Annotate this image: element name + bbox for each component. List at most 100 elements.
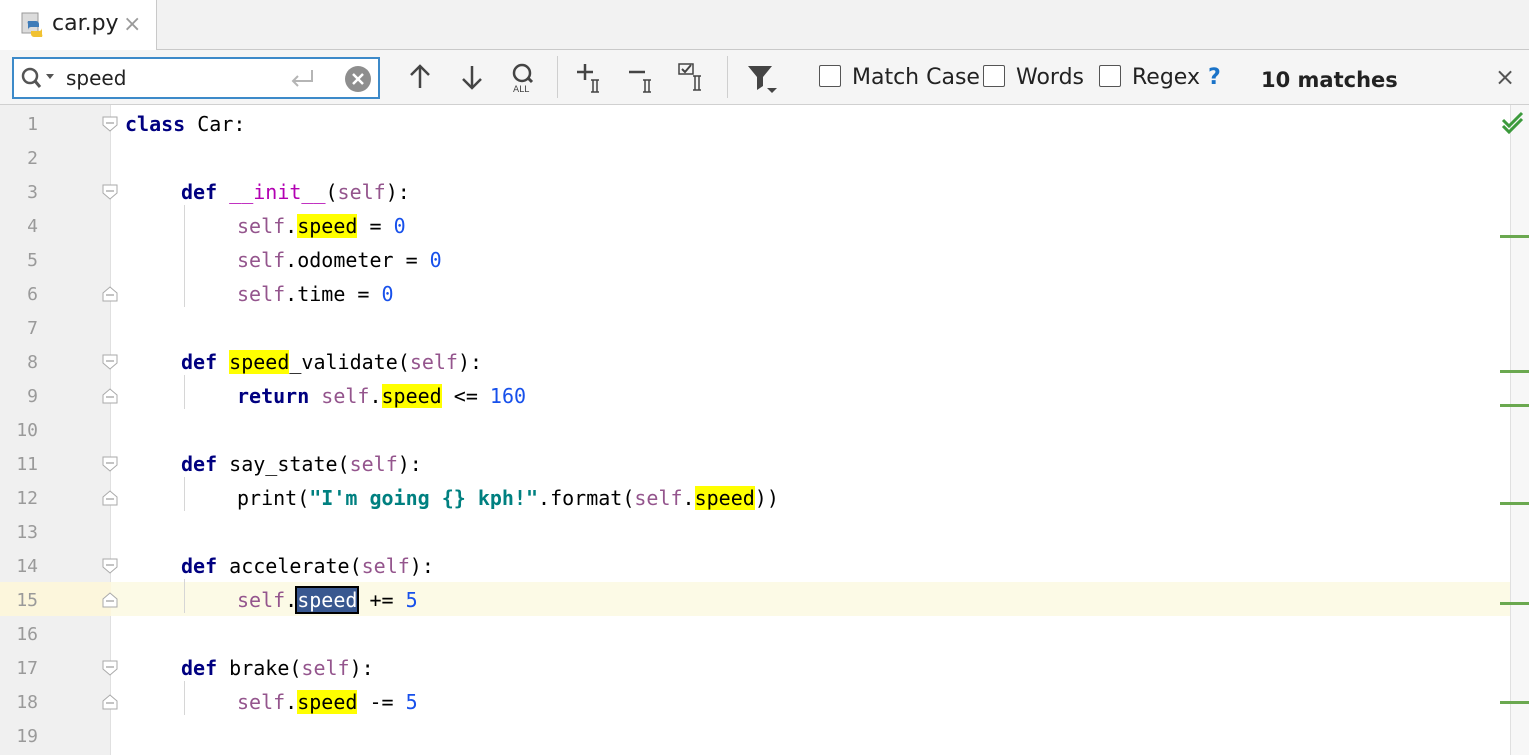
keyword: class <box>125 112 186 136</box>
fold-toggle-icon[interactable] <box>101 115 119 133</box>
filter-icon[interactable] <box>745 60 779 94</box>
match-case-label[interactable]: Match Case <box>852 65 980 90</box>
keyword: def <box>181 350 218 374</box>
search-history-icon[interactable] <box>20 65 60 91</box>
self-param: self <box>301 656 350 680</box>
fold-end-icon[interactable] <box>101 285 119 303</box>
match-marker[interactable] <box>1500 701 1529 704</box>
code-line: self.speed -= 5 <box>237 690 418 714</box>
new-line-icon[interactable] <box>286 65 318 91</box>
indent-guide <box>184 375 185 409</box>
line-number: 7 <box>27 318 38 339</box>
toolbar-separator <box>727 56 728 98</box>
words-checkbox[interactable] <box>983 65 1005 87</box>
code-text: = <box>357 214 394 238</box>
fold-end-icon[interactable] <box>101 693 119 711</box>
remove-occurrence-icon[interactable] <box>627 60 661 94</box>
clear-search-icon[interactable] <box>344 65 372 93</box>
keyword: def <box>181 452 218 476</box>
number-literal: 5 <box>405 588 418 612</box>
find-toolbar: ALL Match Case Words Regex ? 10 matches … <box>0 50 1529 105</box>
fold-end-icon[interactable] <box>101 387 119 405</box>
fold-toggle-icon[interactable] <box>101 455 119 473</box>
code-line: print("I'm going {} kph!".format(self.sp… <box>237 486 779 510</box>
self-param: self <box>337 180 386 204</box>
self-param: self <box>237 282 286 306</box>
next-occurrence-icon[interactable] <box>455 60 489 94</box>
self-param: self <box>237 588 286 612</box>
line-number: 18 <box>16 692 38 713</box>
keyword: return <box>237 384 310 408</box>
match-marker[interactable] <box>1500 235 1529 238</box>
self-param: self <box>361 554 410 578</box>
current-line-highlight <box>0 582 1510 616</box>
fold-end-icon[interactable] <box>101 591 119 609</box>
line-number: 3 <box>27 182 38 203</box>
search-match: speed <box>694 486 755 510</box>
regex-checkbox[interactable] <box>1099 65 1121 87</box>
code-text: -= <box>357 690 406 714</box>
fold-end-icon[interactable] <box>101 489 119 507</box>
code-text: . <box>682 486 695 510</box>
search-match: speed <box>297 690 358 714</box>
line-number: 15 <box>16 590 38 611</box>
regex-help-icon[interactable]: ? <box>1208 65 1221 90</box>
match-marker[interactable] <box>1500 370 1529 373</box>
fold-toggle-icon[interactable] <box>101 557 119 575</box>
line-number: 10 <box>16 420 38 441</box>
code-line: self.speed += 5 <box>237 586 418 614</box>
line-number: 9 <box>27 386 38 407</box>
python-file-icon <box>21 12 43 37</box>
indent-guide <box>184 477 185 511</box>
match-count: 10 matches <box>1261 68 1398 92</box>
string-literal: "I'm going {} kph!" <box>309 486 539 510</box>
code-line: self.time = 0 <box>237 282 394 306</box>
fold-toggle-icon[interactable] <box>101 353 119 371</box>
code-line: def __init__(self): <box>181 180 410 204</box>
words-label[interactable]: Words <box>1016 65 1084 90</box>
match-case-checkbox[interactable] <box>819 65 841 87</box>
indent-guide <box>184 681 185 715</box>
regex-label[interactable]: Regex <box>1132 65 1200 90</box>
indent-guide <box>184 205 185 307</box>
line-number: 4 <box>27 216 38 237</box>
code-line: def accelerate(self): <box>181 554 434 578</box>
code-text: ): <box>457 350 483 374</box>
error-stripe[interactable] <box>1510 105 1529 755</box>
match-marker[interactable] <box>1500 404 1529 407</box>
code-text: += <box>357 588 406 612</box>
code-line: def brake(self): <box>181 656 374 680</box>
select-occurrences-icon[interactable] <box>677 60 711 94</box>
match-marker[interactable] <box>1500 502 1529 505</box>
fold-toggle-icon[interactable] <box>101 659 119 677</box>
close-search-icon[interactable]: × <box>1495 63 1515 91</box>
add-occurrence-icon[interactable] <box>575 60 609 94</box>
number-literal: 160 <box>489 384 527 408</box>
tab-close-icon[interactable]: × <box>123 12 141 37</box>
code-text: . <box>285 214 298 238</box>
select-all-occurrences-icon[interactable]: ALL <box>507 60 541 94</box>
code-text: )) <box>754 486 779 510</box>
tab-car-py[interactable]: car.py × <box>0 0 157 50</box>
match-marker[interactable] <box>1500 602 1529 605</box>
code-line: def speed_validate(self): <box>181 350 482 374</box>
number-literal: 5 <box>405 690 418 714</box>
inspection-ok-icon[interactable] <box>1500 110 1526 136</box>
code-text: _validate( <box>289 350 410 374</box>
self-param: self <box>409 350 458 374</box>
code-line: self.odometer = 0 <box>237 248 442 272</box>
line-number: 6 <box>27 284 38 305</box>
search-input[interactable] <box>66 65 276 91</box>
code-text: accelerate( <box>217 554 362 578</box>
previous-occurrence-icon[interactable] <box>403 60 437 94</box>
code-text: brake( <box>217 656 302 680</box>
tab-label: car.py <box>52 11 119 36</box>
code-editor[interactable]: 1 2 3 4 5 6 7 8 9 10 11 12 13 14 15 16 1… <box>0 105 1529 755</box>
code-text: ): <box>409 554 434 578</box>
search-match: speed <box>297 214 358 238</box>
number-literal: 0 <box>381 282 394 306</box>
fold-toggle-icon[interactable] <box>101 183 119 201</box>
magic-method: __init__ <box>229 180 326 204</box>
